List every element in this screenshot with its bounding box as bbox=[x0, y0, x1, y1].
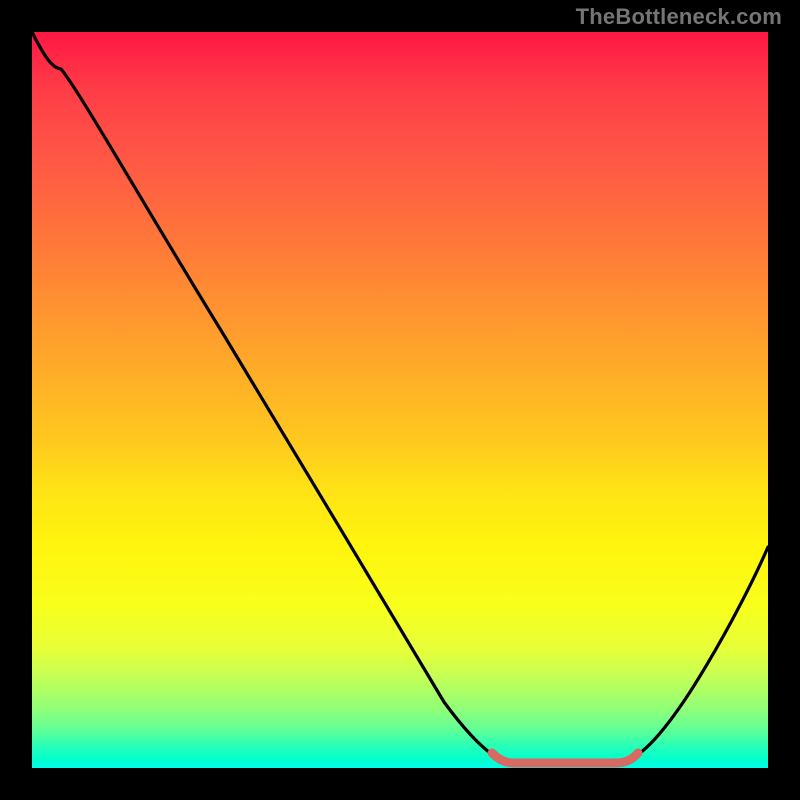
plot-area bbox=[32, 32, 768, 768]
bottleneck-curve bbox=[32, 32, 768, 763]
chart-svg bbox=[32, 32, 768, 768]
optimal-band-marker bbox=[492, 753, 638, 763]
chart-frame: TheBottleneck.com bbox=[0, 0, 800, 800]
watermark-text: TheBottleneck.com bbox=[576, 4, 782, 30]
